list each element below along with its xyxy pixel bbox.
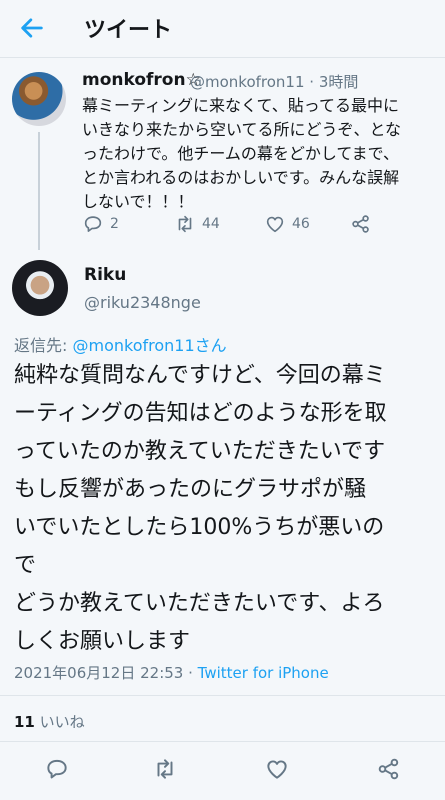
parent-author-name[interactable]: monkofron☆ [82,70,201,90]
retweet-icon[interactable] [152,756,178,782]
likes-label: いいね [34,713,85,731]
source-link[interactable]: Twitter for iPhone [198,664,329,682]
retweet-icon [178,215,192,233]
timestamp: 2021年06月12日 22:53 · [14,664,198,682]
reply-to-label: 返信先: [14,336,73,355]
header-divider [0,57,445,58]
tweet-meta: 2021年06月12日 22:53 · Twitter for iPhone [14,662,329,683]
reply-to-line: 返信先: @monkofron11さん [14,332,227,356]
thread-line [38,132,40,250]
meta-divider [0,695,445,696]
back-arrow-icon[interactable] [18,14,46,42]
reply-author-handle: @riku2348nge [84,293,201,312]
heart-icon[interactable] [264,756,290,782]
share-button[interactable] [350,213,372,235]
heart-icon [266,216,284,233]
like-button[interactable]: 46 [264,213,310,235]
page-title: ツイート [84,18,173,43]
likes-count: 11 [14,713,35,731]
parent-tweet-text: 幕ミーティングに来なくて、貼ってる最中に いきなり来たから空いてる所にどうぞ、と… [82,96,402,211]
reply-to-link[interactable]: @monkofron11さん [72,336,226,355]
likes-summary[interactable]: 11 いいね [14,711,85,732]
reply-tweet-text: 純粋な質問なんですけど、今回の幕ミ ーティングの告知はどのような形を取 っていた… [14,363,387,654]
header-bar: ツイート [0,0,445,56]
like-count: 46 [292,216,310,232]
retweet-count: 44 [202,216,220,232]
reply-count: 2 [110,216,119,232]
reply-author-name[interactable]: Riku [84,265,126,285]
reply-action-bar [0,756,445,786]
reply-icon [84,216,102,232]
avatar[interactable] [12,260,68,316]
parent-author-handle: @monkofron11 · 3時間 [190,73,359,91]
likes-divider [0,741,445,742]
share-icon [352,215,369,233]
share-icon[interactable] [376,756,402,782]
reply-icon[interactable] [44,756,70,782]
parent-action-bar: 2 44 46 [82,213,402,237]
avatar[interactable] [12,72,66,126]
retweet-button[interactable]: 44 [174,213,220,235]
reply-button[interactable]: 2 [82,213,119,235]
